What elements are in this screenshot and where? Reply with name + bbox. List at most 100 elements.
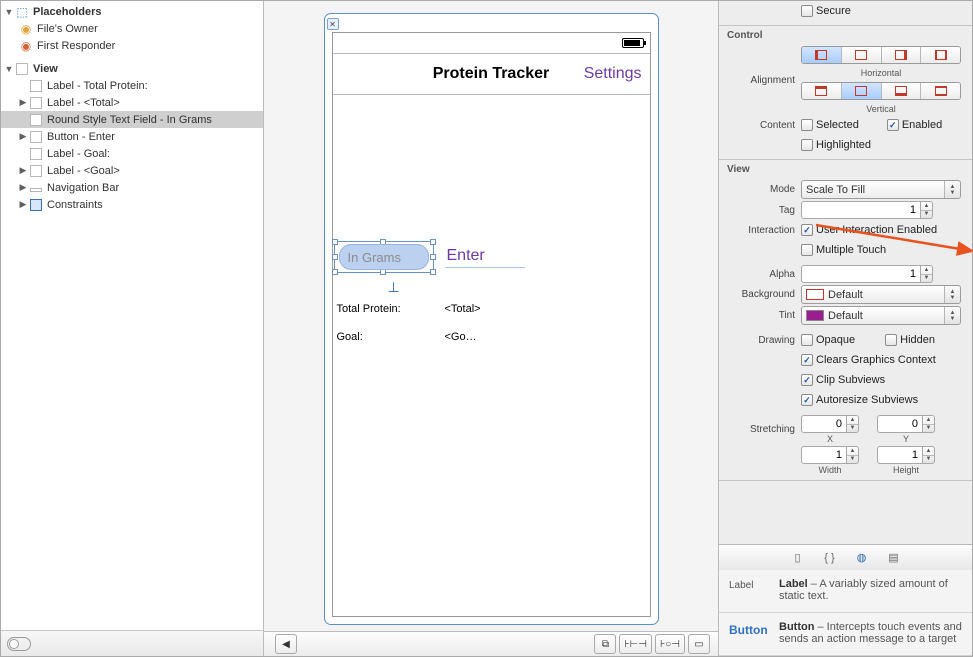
disclosure-icon[interactable]: ▼	[3, 6, 15, 18]
total-protein-row: Total Protein: <Total>	[337, 303, 481, 315]
total-protein-label: Total Protein:	[337, 303, 445, 315]
opaque-checkbox[interactable]: Opaque	[801, 334, 855, 346]
alpha-input[interactable]	[801, 265, 921, 283]
clip-subviews-checkbox[interactable]: Clip Subviews	[801, 374, 885, 386]
interaction-label: Interaction	[719, 225, 801, 236]
alignment-horizontal-segmented[interactable]	[801, 46, 961, 64]
close-icon[interactable]: ✕	[327, 18, 339, 30]
highlighted-checkbox[interactable]: Highlighted	[801, 139, 871, 151]
outline-item-first-responder[interactable]: ◉ First Responder	[1, 37, 263, 54]
toggle-outline-button[interactable]: ◀	[275, 634, 297, 654]
outline-item[interactable]: ▶Navigation Bar	[1, 179, 263, 196]
library-item-label[interactable]: Label Label – A variably sized amount of…	[719, 570, 972, 613]
device-frame[interactable]: ✕ Protein Tracker Settings	[324, 13, 659, 625]
background-popup[interactable]: Default▲▼	[801, 285, 961, 304]
selected-checkbox[interactable]: Selected	[801, 119, 859, 131]
alpha-field[interactable]: ▲▼	[801, 265, 933, 283]
disclosure-icon[interactable]: ▶	[17, 199, 29, 211]
resize-button[interactable]: ▭	[688, 634, 710, 654]
outline-tree[interactable]: ▼ ⬚ Placeholders ◉ File's Owner ◉ First …	[1, 1, 263, 630]
background-swatch-icon	[806, 289, 824, 300]
phone-screen: Protein Tracker Settings	[332, 32, 651, 617]
lib-tab-objects-icon[interactable]: ◍	[853, 550, 871, 566]
stretch-h-field[interactable]: ▲▼	[877, 446, 935, 464]
stretch-y-field[interactable]: ▲▼	[877, 415, 935, 433]
battery-icon	[622, 38, 644, 48]
library-item-button[interactable]: Button Button – Intercepts touch events …	[719, 613, 972, 656]
background-label: Background	[719, 289, 801, 300]
disclosure-icon[interactable]: ▶	[17, 182, 29, 194]
vertical-caption: Vertical	[801, 104, 961, 114]
grams-textfield[interactable]: In Grams	[339, 244, 429, 270]
mode-label: Mode	[719, 184, 801, 195]
item-label: First Responder	[37, 40, 115, 52]
outline-item[interactable]: ▶Label - <Total>	[1, 94, 263, 111]
canvas-footer: ◀ ⧉ ⊦⊢⊣ ⊦○⊣ ▭	[264, 631, 718, 656]
enabled-checkbox[interactable]: Enabled	[887, 119, 942, 131]
mode-popup[interactable]: Scale To Fill▲▼	[801, 180, 961, 199]
disclosure-icon[interactable]: ▶	[17, 97, 29, 109]
outline-section-view[interactable]: ▼ View	[1, 60, 263, 77]
drawing-label: Drawing	[719, 335, 801, 346]
resolve-button[interactable]: ⊦○⊣	[655, 634, 685, 654]
outline-item[interactable]: ▶Constraints	[1, 196, 263, 213]
outline-item-selected[interactable]: Round Style Text Field - In Grams	[1, 111, 263, 128]
layout-buttons: ⧉ ⊦⊢⊣ ⊦○⊣ ▭	[591, 634, 710, 654]
tag-input[interactable]	[801, 201, 921, 219]
cube-icon: ◉	[19, 39, 33, 53]
filter-toggle[interactable]	[7, 637, 31, 651]
section-label: Placeholders	[33, 6, 101, 18]
status-bar	[333, 33, 650, 53]
multiple-touch-checkbox[interactable]: Multiple Touch	[801, 244, 886, 256]
alpha-label: Alpha	[719, 269, 801, 280]
outline-item[interactable]: Label - Goal:	[1, 145, 263, 162]
outline-footer	[1, 630, 263, 656]
horizontal-caption: Horizontal	[801, 68, 961, 78]
enter-button[interactable]: Enter	[445, 247, 525, 268]
secure-checkbox[interactable]: Secure	[801, 5, 851, 17]
navigation-bar: Protein Tracker Settings	[333, 53, 650, 95]
view-section-title: View	[719, 160, 972, 179]
content-label: Content	[719, 120, 801, 131]
goal-label: Goal:	[337, 331, 445, 343]
cube-icon: ◉	[19, 22, 33, 36]
tag-label: Tag	[719, 205, 801, 216]
alpha-stepper[interactable]: ▲▼	[921, 265, 933, 283]
tag-field[interactable]: ▲▼	[801, 201, 933, 219]
user-interaction-checkbox[interactable]: User Interaction Enabled	[801, 224, 937, 236]
lib-tab-code-icon[interactable]: { }	[821, 550, 839, 566]
goal-value: <Go…	[445, 331, 477, 343]
goal-row: Goal: <Go…	[337, 331, 477, 343]
caret-icon: ⊥	[388, 279, 400, 296]
autoresize-checkbox[interactable]: Autoresize Subviews	[801, 394, 918, 406]
align-button[interactable]: ⧉	[594, 634, 616, 654]
tint-label: Tint	[719, 310, 801, 321]
cube-icon: ⬚	[15, 5, 29, 19]
cgc-checkbox[interactable]: Clears Graphics Context	[801, 354, 936, 366]
tag-stepper[interactable]: ▲▼	[921, 201, 933, 219]
view-icon	[16, 63, 28, 75]
pin-button[interactable]: ⊦⊢⊣	[619, 634, 652, 654]
disclosure-icon[interactable]: ▶	[17, 165, 29, 177]
disclosure-icon[interactable]: ▶	[17, 131, 29, 143]
stretch-w-field[interactable]: ▲▼	[801, 446, 859, 464]
outline-item-files-owner[interactable]: ◉ File's Owner	[1, 20, 263, 37]
outline-item[interactable]: ▶Label - <Goal>	[1, 162, 263, 179]
canvas: ✕ Protein Tracker Settings	[264, 1, 718, 656]
settings-button[interactable]: Settings	[584, 65, 642, 83]
lib-tab-media-icon[interactable]: ▤	[885, 550, 903, 566]
hidden-checkbox[interactable]: Hidden	[885, 334, 935, 346]
alignment-label: Alignment	[719, 75, 801, 86]
alignment-vertical-segmented[interactable]	[801, 82, 961, 100]
tint-swatch-icon	[806, 310, 824, 321]
disclosure-icon[interactable]: ▼	[3, 63, 15, 75]
nav-title: Protein Tracker	[433, 65, 550, 83]
stretch-x-field[interactable]: ▲▼	[801, 415, 859, 433]
library-list[interactable]: Label Label – A variably sized amount of…	[719, 570, 972, 656]
section-label: View	[33, 63, 58, 75]
tint-popup[interactable]: Default▲▼	[801, 306, 961, 325]
outline-item[interactable]: Label - Total Protein:	[1, 77, 263, 94]
outline-section-placeholders[interactable]: ▼ ⬚ Placeholders	[1, 3, 263, 20]
outline-item[interactable]: ▶Button - Enter	[1, 128, 263, 145]
lib-tab-files-icon[interactable]: ▯	[789, 550, 807, 566]
